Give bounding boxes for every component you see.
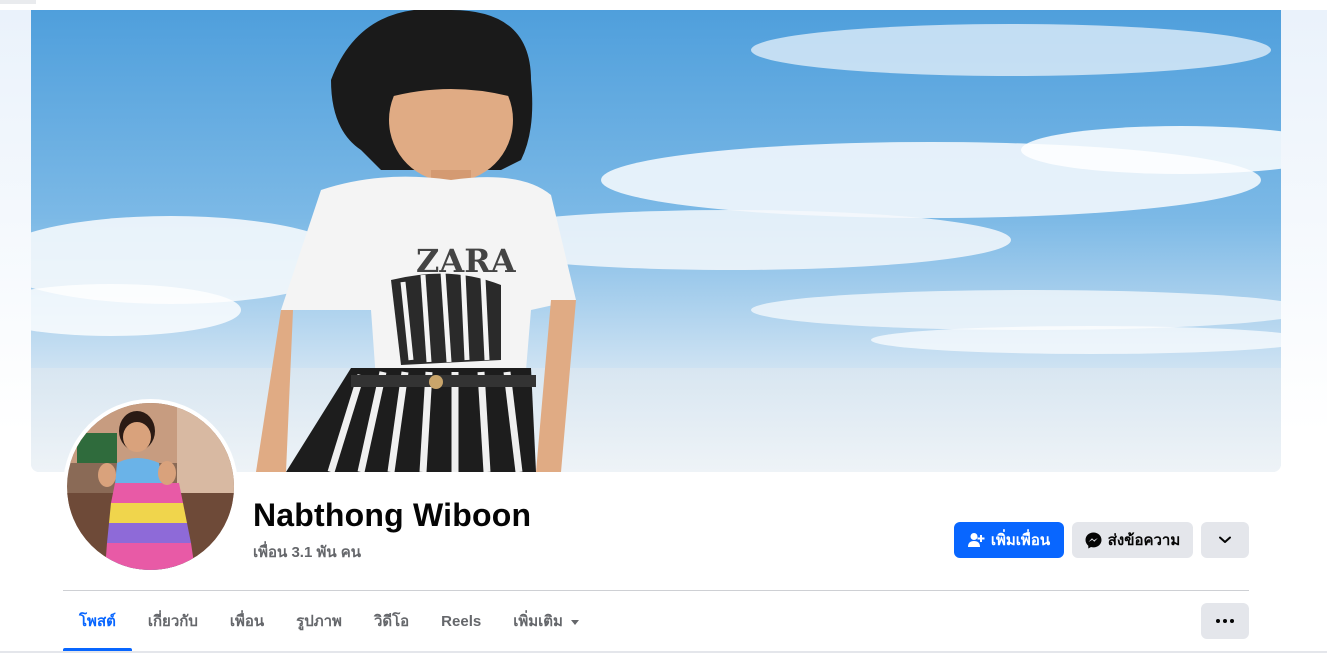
tab-label: เพิ่มเติม (513, 613, 563, 630)
top-strip-edge (0, 0, 36, 4)
cover-photo[interactable]: ZARA (31, 10, 1281, 472)
tab-photos[interactable]: รูปภาพ (280, 592, 358, 650)
add-friend-button[interactable]: เพิ่มเพื่อน (954, 522, 1064, 558)
header-divider (63, 590, 1249, 591)
shirt-text: ZARA (416, 242, 517, 280)
top-strip (0, 0, 1327, 10)
tab-label: วิดีโอ (373, 613, 410, 630)
message-button[interactable]: ส่งข้อความ (1072, 522, 1193, 558)
profile-tabs: โพสต์ เกี่ยวกับ เพื่อน รูปภาพ วิดีโอ Ree… (63, 592, 595, 652)
tab-more[interactable]: เพิ่มเติม (497, 592, 595, 650)
tab-label: เกี่ยวกับ (147, 613, 198, 630)
more-dots-icon (1216, 619, 1234, 623)
caret-down-icon (570, 619, 579, 625)
profile-avatar-image (67, 403, 234, 570)
profile-more-button[interactable] (1201, 522, 1249, 558)
tab-posts[interactable]: โพสต์ (63, 592, 132, 651)
chevron-down-icon (1219, 536, 1231, 543)
tab-label: เพื่อน (229, 613, 265, 630)
add-friend-icon (967, 533, 985, 547)
cover-photo-image: ZARA (31, 10, 1281, 472)
tabs-options-button[interactable] (1201, 603, 1249, 639)
add-friend-label: เพิ่มเพื่อน (990, 532, 1051, 549)
tab-reels[interactable]: Reels (425, 592, 497, 650)
tab-friends[interactable]: เพื่อน (214, 592, 280, 650)
messenger-icon (1085, 532, 1102, 548)
friend-count[interactable]: เพื่อน 3.1 พัน คน (253, 540, 361, 564)
tab-label: รูปภาพ (296, 613, 342, 630)
message-label: ส่งข้อความ (1107, 532, 1181, 549)
tab-label: Reels (441, 612, 482, 630)
profile-avatar[interactable] (63, 399, 238, 574)
tab-videos[interactable]: วิดีโอ (358, 592, 425, 650)
tab-about[interactable]: เกี่ยวกับ (132, 592, 214, 650)
profile-name: Nabthong Wiboon (253, 497, 532, 533)
tab-label: โพสต์ (79, 613, 116, 630)
